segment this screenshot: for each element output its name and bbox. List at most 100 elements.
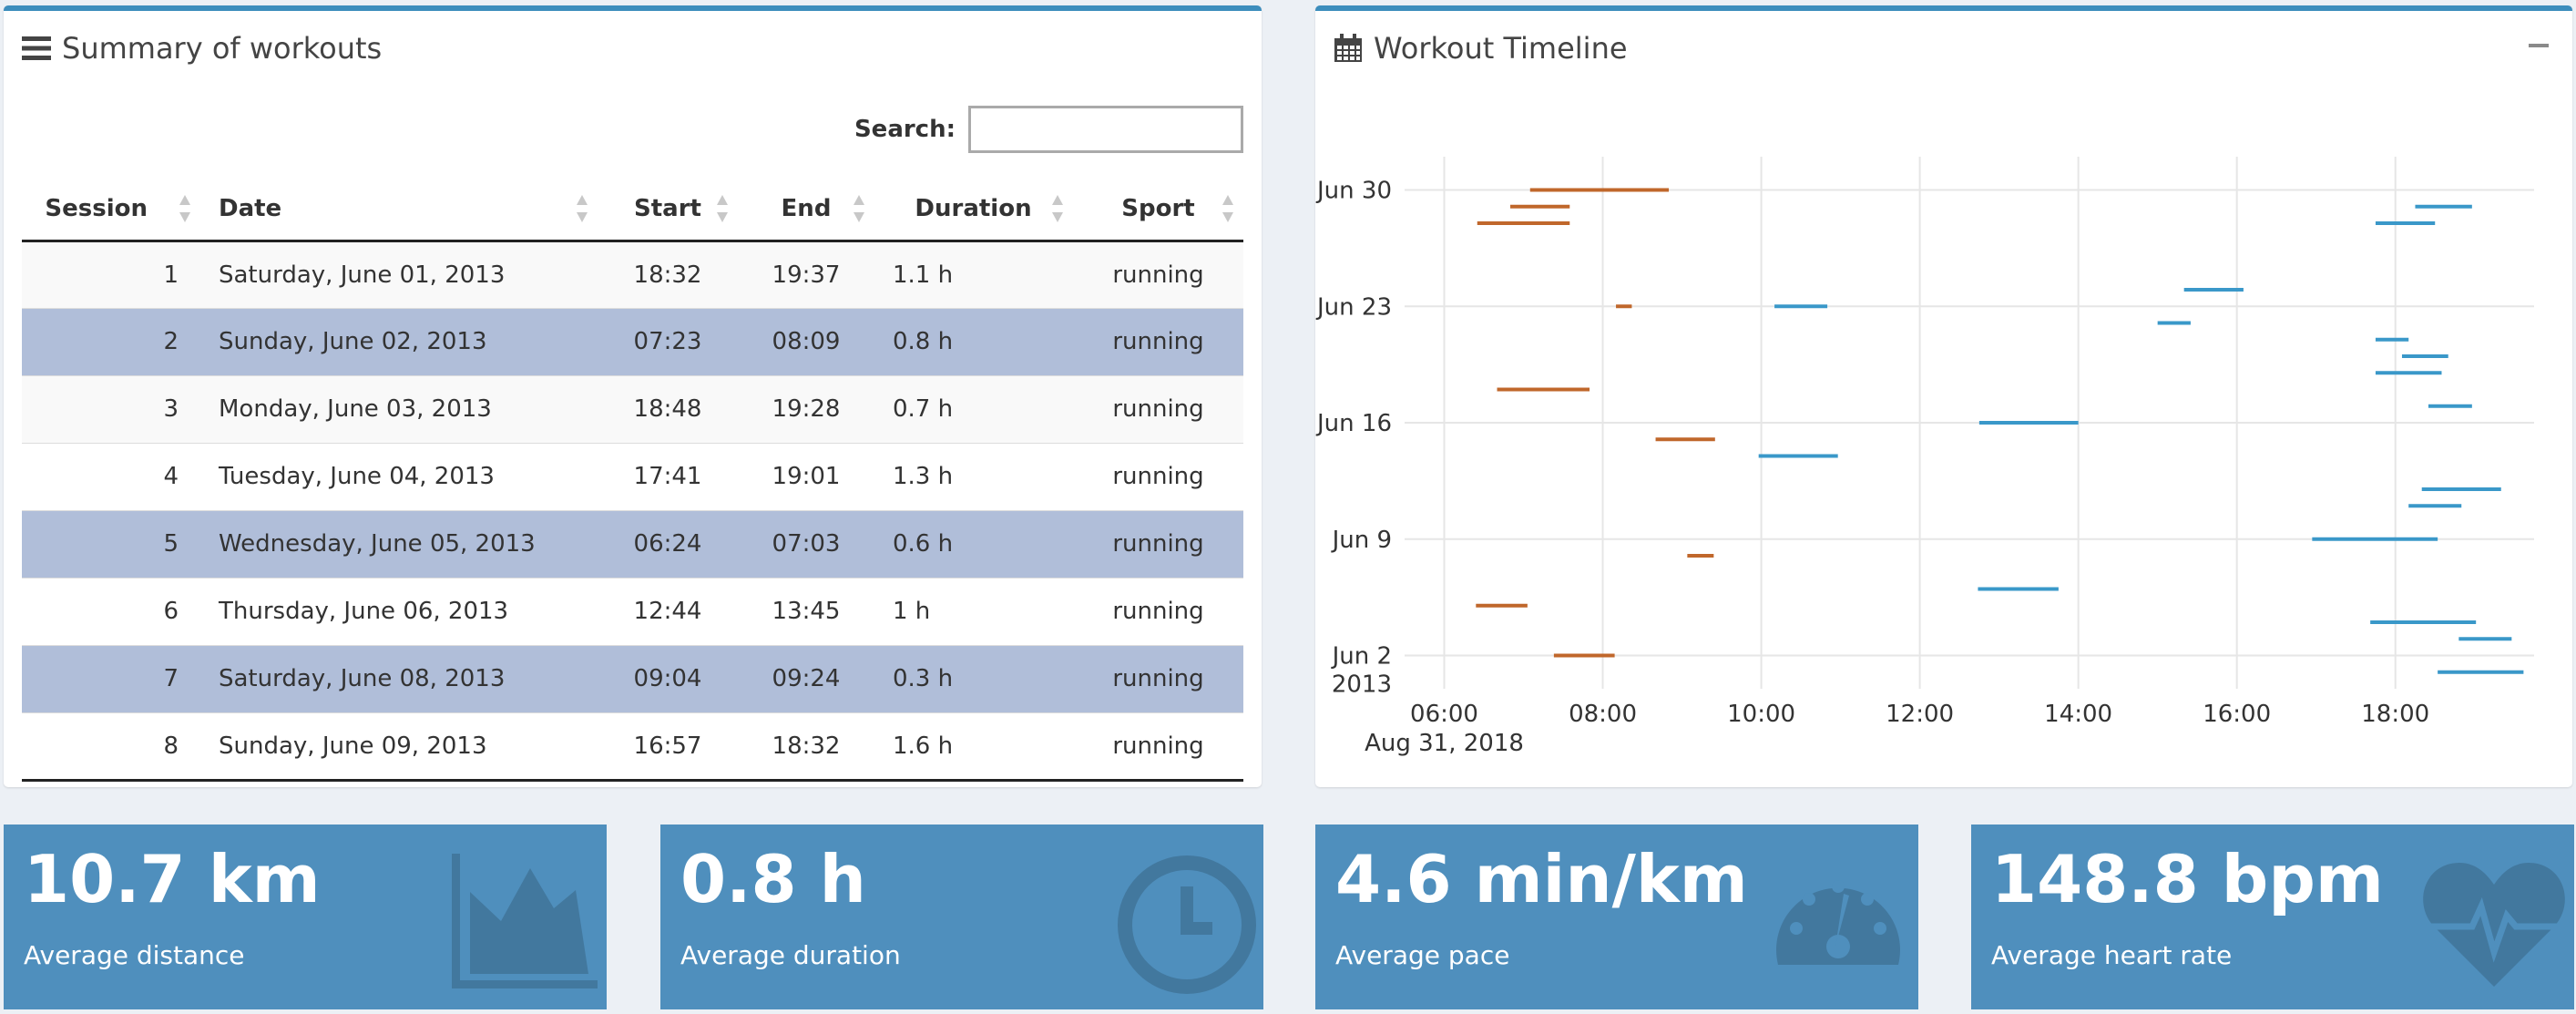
x-tick-label: 14:00 — [2044, 701, 2112, 728]
column-header-start[interactable]: Start — [598, 179, 738, 242]
cell-duration: 0.8 h — [874, 307, 1073, 375]
summary-title-text: Summary of workouts — [62, 31, 383, 66]
cell-duration: 0.7 h — [874, 374, 1073, 443]
cell-start: 07:23 — [598, 307, 738, 375]
cell-date: Saturday, June 01, 2013 — [200, 240, 598, 308]
area-chart-icon — [451, 850, 601, 992]
cell-start: 17:41 — [598, 442, 738, 510]
cell-date: Sunday, June 09, 2013 — [200, 712, 598, 782]
cell-duration: 1 h — [874, 577, 1073, 645]
stat-box-distance: 10.7 km Average distance — [4, 825, 607, 1009]
sort-icon — [1222, 195, 1233, 223]
table-row[interactable]: 4 Tuesday, June 04, 2013 17:41 19:01 1.3… — [22, 442, 1243, 510]
stat-label: Average heart rate — [1991, 940, 2233, 970]
x-tick-label: 12:00 — [1886, 701, 1954, 728]
cell-end: 08:09 — [738, 307, 874, 375]
cell-date: Thursday, June 06, 2013 — [200, 577, 598, 645]
table-header-row: Session Date Start End Duration Sport — [22, 179, 1243, 242]
x-tick-label: 10:00 — [1727, 701, 1795, 728]
y-tick-label: Jun 30 — [1315, 178, 1392, 205]
cell-end: 13:45 — [738, 577, 874, 645]
timeline-box: Workout Timeline 06:00 08:00 10:00 12:00 14:… — [1315, 5, 2572, 787]
cell-end: 19:01 — [738, 442, 874, 510]
table-row[interactable]: 8 Sunday, June 09, 2013 16:57 18:32 1.6 … — [22, 712, 1243, 782]
cell-duration: 1.3 h — [874, 442, 1073, 510]
cell-end: 07:03 — [738, 509, 874, 578]
cell-session: 8 — [22, 712, 200, 782]
stat-value: 4.6 min/km — [1335, 841, 1748, 917]
x-axis-sublabel: Aug 31, 2018 — [1365, 730, 1524, 757]
cell-date: Saturday, June 08, 2013 — [200, 644, 598, 712]
cell-start: 09:04 — [598, 644, 738, 712]
stat-label: Average duration — [680, 940, 901, 970]
sort-icon — [854, 195, 864, 223]
bars-icon — [22, 36, 51, 61]
stat-label: Average distance — [24, 940, 245, 970]
heartbeat-icon — [2419, 850, 2569, 1003]
stat-box-heart-rate: 148.8 bpm Average heart rate — [1971, 825, 2574, 1009]
search-input[interactable] — [968, 106, 1243, 153]
table-row[interactable]: 7 Saturday, June 08, 2013 09:04 09:24 0.… — [22, 644, 1243, 712]
cell-date: Sunday, June 02, 2013 — [200, 307, 598, 375]
cell-date: Tuesday, June 04, 2013 — [200, 442, 598, 510]
sort-icon — [577, 195, 588, 223]
cell-duration: 1.6 h — [874, 712, 1073, 782]
table-row[interactable]: 2 Sunday, June 02, 2013 07:23 08:09 0.8 … — [22, 307, 1243, 375]
table-row[interactable]: 6 Thursday, June 06, 2013 12:44 13:45 1 … — [22, 577, 1243, 645]
cell-duration: 0.6 h — [874, 509, 1073, 578]
cell-sport: running — [1073, 240, 1243, 308]
table-row[interactable]: 1 Saturday, June 01, 2013 18:32 19:37 1.… — [22, 240, 1243, 308]
cell-start: 16:57 — [598, 712, 738, 782]
column-header-session[interactable]: Session — [22, 179, 200, 242]
x-tick-label: 16:00 — [2203, 701, 2271, 728]
stat-value: 0.8 h — [680, 841, 866, 917]
cell-sport: running — [1073, 509, 1243, 578]
search-label: Search: — [854, 116, 956, 143]
column-header-duration[interactable]: Duration — [874, 179, 1073, 242]
x-tick-label: 06:00 — [1410, 701, 1478, 728]
y-tick-label: Jun 23 — [1315, 293, 1392, 321]
cell-date: Monday, June 03, 2013 — [200, 374, 598, 443]
x-tick-label: 08:00 — [1569, 701, 1637, 728]
y-tick-label: Jun 2 — [1331, 643, 1392, 671]
cell-session: 7 — [22, 644, 200, 712]
cell-session: 3 — [22, 374, 200, 443]
sort-icon — [717, 195, 728, 223]
cell-end: 19:28 — [738, 374, 874, 443]
table-search: Search: — [854, 106, 1243, 153]
cell-session: 2 — [22, 307, 200, 375]
sort-icon — [1052, 195, 1063, 223]
y-axis-sublabel: 2013 — [1332, 671, 1392, 699]
column-header-sport[interactable]: Sport — [1073, 179, 1243, 242]
clock-icon — [1109, 850, 1258, 1003]
cell-duration: 1.1 h — [874, 240, 1073, 308]
cell-session: 6 — [22, 577, 200, 645]
column-header-date[interactable]: Date — [200, 179, 598, 242]
stat-value: 10.7 km — [24, 841, 321, 917]
column-header-end[interactable]: End — [738, 179, 874, 242]
dashboard-icon — [1763, 850, 1913, 1003]
stat-label: Average pace — [1335, 940, 1510, 970]
timeline-chart: 06:00 08:00 10:00 12:00 14:00 16:00 18:00 Aug 3… — [1315, 157, 2534, 757]
cell-session: 4 — [22, 442, 200, 510]
table-row[interactable]: 3 Monday, June 03, 2013 18:48 19:28 0.7 … — [22, 374, 1243, 443]
cell-session: 5 — [22, 509, 200, 578]
stat-value: 148.8 bpm — [1991, 841, 2384, 917]
table-body: 1 Saturday, June 01, 2013 18:32 19:37 1.… — [22, 240, 1243, 782]
stat-box-duration: 0.8 h Average duration — [660, 825, 1263, 1009]
cell-sport: running — [1073, 577, 1243, 645]
cell-start: 18:32 — [598, 240, 738, 308]
cell-start: 06:24 — [598, 509, 738, 578]
cell-duration: 0.3 h — [874, 644, 1073, 712]
cell-date: Wednesday, June 05, 2013 — [200, 509, 598, 578]
cell-sport: running — [1073, 442, 1243, 510]
cell-end: 18:32 — [738, 712, 874, 782]
y-tick-label: Jun 16 — [1315, 410, 1392, 437]
cell-start: 18:48 — [598, 374, 738, 443]
cell-sport: running — [1073, 374, 1243, 443]
cell-end: 19:37 — [738, 240, 874, 308]
cell-sport: running — [1073, 644, 1243, 712]
stat-box-pace: 4.6 min/km Average pace — [1315, 825, 1918, 1009]
cell-sport: running — [1073, 712, 1243, 782]
table-row[interactable]: 5 Wednesday, June 05, 2013 06:24 07:03 0… — [22, 509, 1243, 578]
